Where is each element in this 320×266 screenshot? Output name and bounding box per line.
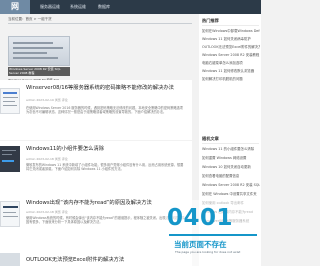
hot-item[interactable]: OUTLOOK无法预览Excel附件的解决方法 [202, 44, 260, 49]
article-title[interactable]: Windows11的小组件要怎么清除 [26, 144, 104, 152]
featured-caption: Windows Server 2008 R2 安装 SQL Server 200… [8, 67, 70, 77]
watermark-line [169, 234, 257, 236]
article-excerpt: 使用Windows系统的时候，有时候会弹出“该内存不能为read”的错误提示，程… [26, 216, 185, 225]
site-logo[interactable]: 网 [0, 0, 30, 14]
article-meta: admin 2023-02-18 浏览 评论 [26, 210, 68, 214]
article-title[interactable]: Winserver08/16等服务器系统的密码策略不能修改的解决办法 [26, 83, 174, 91]
featured-post[interactable]: Windows Server 2008 R2 安装 SQL Server 200… [8, 36, 70, 85]
random-item[interactable]: 如何重置 Windows 网络设置 [202, 155, 260, 160]
breadcrumb: 当前位置：首页 > 一组干货 [8, 17, 52, 21]
random-item[interactable]: Windows Server 2008 R2 安装 SQL [202, 182, 260, 187]
watermark-message: 当前页面不存在 [174, 240, 227, 249]
article-card: Windows出现“该内存不能为read”的原因及解决方法 admin 2023… [0, 196, 192, 250]
article-meta: admin 2023-02-19 浏览 评论 [26, 98, 68, 102]
article-excerpt: 微软发布的Windows 11 系统中新增了小组件功能，很多用户觉得小组件没有什… [26, 163, 184, 172]
watermark-error-code: 0401 [167, 205, 234, 231]
hot-item[interactable]: Windows 11 如何关闭病毒防护 [202, 36, 260, 41]
article-thumbnail[interactable] [0, 253, 20, 266]
top-navigation-bar: 网 服务器运维 系统运维 数据库 [0, 0, 261, 14]
random-section-title: 随机文章 [202, 136, 219, 141]
hot-item[interactable]: Windows 11 如何修改默认浏览器 [202, 68, 260, 73]
hot-item[interactable]: 如何在Windows中卸载Windows Defender [202, 28, 260, 33]
nav-item-server[interactable]: 服务器运维 [40, 4, 60, 10]
article-card: Windows11的小组件要怎么清除 admin 2023-02-18 浏览 评… [0, 141, 192, 196]
hot-item[interactable]: 电脑右键菜单怎么添加选项 [202, 60, 260, 65]
article-excerpt: 在使用Windows Server 2016 服务器的时候，遇到密码策略无法修改… [26, 106, 183, 115]
article-title[interactable]: OUTLOOK无法预览Excel附件的解决方法 [26, 255, 124, 263]
hot-item[interactable]: 如何解决打印机脱机的问题 [202, 76, 260, 81]
article-thumbnail[interactable] [0, 201, 20, 227]
article-title[interactable]: Windows出现“该内存不能为read”的原因及解决方法 [26, 198, 152, 206]
random-item[interactable]: Windows 10 如何关闭自动更新 [202, 164, 260, 169]
nav-item-database[interactable]: 数据库 [98, 4, 110, 10]
article-card: OUTLOOK无法预览Excel附件的解决方法 [0, 250, 192, 266]
random-item[interactable]: 如何在 Windows 中设置共享文件夹 [202, 191, 260, 196]
watermark-subtext: The page you are looking for does not ex… [175, 250, 241, 254]
random-item[interactable]: Windows 11 的小组件要怎么清除 [202, 146, 260, 151]
article-meta: admin 2023-02-18 浏览 评论 [26, 157, 68, 161]
article-thumbnail[interactable] [0, 88, 20, 114]
random-item[interactable]: 如何查看电脑的配置信息 [202, 173, 260, 178]
hot-item[interactable]: Windows Server 2008 R2 安装教程 [202, 52, 260, 57]
featured-thumbnail[interactable] [8, 36, 70, 66]
divider [8, 23, 192, 24]
hot-section-title: 热门推荐 [202, 18, 219, 23]
article-thumbnail[interactable] [0, 146, 20, 172]
nav-item-system[interactable]: 系统运维 [70, 4, 86, 10]
article-card: Winserver08/16等服务器系统的密码策略不能修改的解决办法 admin… [0, 80, 192, 140]
